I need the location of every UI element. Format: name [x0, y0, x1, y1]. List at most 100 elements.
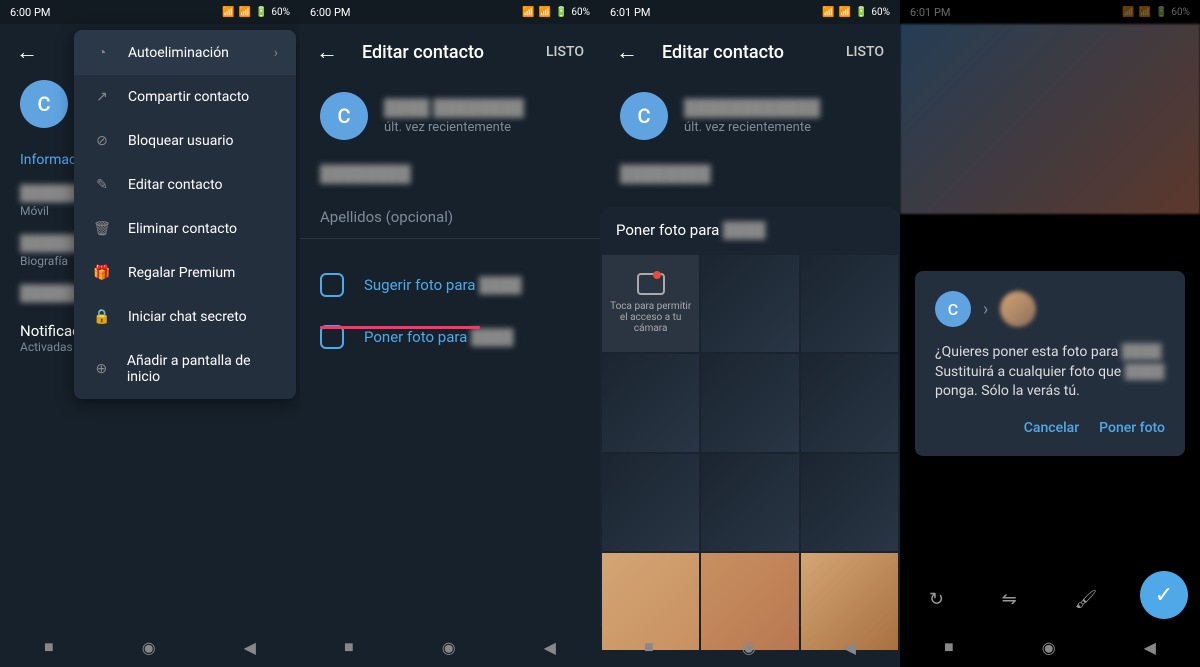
menu-regalar[interactable]: 🎁 Regalar Premium — [74, 251, 296, 295]
done-button[interactable]: LISTO — [546, 44, 584, 60]
app-header: ← Editar contacto LISTO — [600, 24, 900, 80]
contact-name: ████ ████████ — [384, 98, 524, 118]
trash-icon: 🗑 — [92, 221, 112, 237]
context-menu: ◔ Autoeliminación › ↗ Compartir contacto… — [74, 30, 296, 399]
status-icons: 📶 📶 🔋 60% — [222, 7, 290, 18]
battery-icon: 🔋 — [255, 7, 267, 18]
lock-icon: 🔒 — [92, 309, 112, 325]
screen-3-photo-picker: 6:01 PM 📶 📶 🔋 60% ← Editar contacto LIST… — [600, 0, 900, 667]
dialog-actions: Cancelar Poner foto — [935, 420, 1165, 436]
status-time: 6:01 PM — [610, 6, 650, 19]
cancel-button[interactable]: Cancelar — [1024, 420, 1079, 436]
flip-icon[interactable]: ⇋ — [1002, 589, 1017, 610]
contact-header: C ████████████ últ. vez recientemente — [600, 80, 900, 152]
gift-icon: 🎁 — [92, 265, 112, 281]
signal-icon: 📶 — [522, 7, 534, 18]
confirm-fab[interactable]: ✓ — [1140, 571, 1188, 619]
gallery-thumb[interactable] — [701, 255, 798, 352]
camera-suggest-icon — [320, 273, 344, 297]
contact-avatar[interactable]: C — [320, 92, 368, 140]
menu-editar[interactable]: ✎ Editar contacto — [74, 163, 296, 207]
status-time: 6:00 PM — [310, 6, 350, 19]
contact-avatar[interactable]: C — [20, 80, 68, 128]
photo-picker-sheet: Poner foto para ████ Toca para permitir … — [600, 207, 900, 627]
gallery-thumb[interactable] — [602, 454, 699, 551]
done-button[interactable]: LISTO — [846, 44, 884, 60]
battery-icon: 🔋 — [855, 7, 867, 18]
nav-bar: ■ ◉ ◀ — [300, 627, 600, 667]
timer-icon: ◔ — [92, 44, 112, 61]
screen-1-contact-menu: 6:00 PM 📶 📶 🔋 60% ← C Información ██████… — [0, 0, 300, 667]
share-icon: ↗ — [92, 89, 112, 105]
last-seen: últ. vez recientemente — [384, 120, 524, 135]
status-bar: 6:01 PM 📶 📶 🔋 60% — [600, 0, 900, 24]
menu-pantalla[interactable]: ⊕ Añadir a pantalla de inicio — [74, 339, 296, 399]
wifi-icon: 📶 — [839, 7, 851, 18]
pencil-icon: ✎ — [92, 177, 112, 193]
menu-secreto[interactable]: 🔒 Iniciar chat secreto — [74, 295, 296, 339]
nav-recents-icon[interactable]: ■ — [344, 637, 354, 657]
nav-recents-icon[interactable]: ■ — [644, 637, 654, 657]
battery-percent: 60% — [571, 7, 590, 18]
confirm-button[interactable]: Poner foto — [1099, 420, 1165, 436]
chevron-right-icon: › — [274, 45, 278, 61]
signal-icon: 📶 — [222, 7, 234, 18]
gallery-thumb[interactable] — [701, 354, 798, 451]
name-field[interactable]: ████████ — [620, 164, 711, 183]
dialog-overlay: C › ¿Quieres poner esta foto para ████ S… — [900, 0, 1200, 667]
nav-back-icon[interactable]: ◀ — [844, 638, 856, 657]
battery-icon: 🔋 — [555, 7, 567, 18]
nav-back-icon[interactable]: ◀ — [544, 638, 556, 657]
back-icon[interactable]: ← — [316, 39, 338, 65]
screen-4-confirm-dialog: 6:01 PM 📶 📶 🔋 60% C › ¿Quieres poner est… — [900, 0, 1200, 667]
back-icon[interactable]: ← — [616, 39, 638, 65]
menu-eliminar[interactable]: 🗑 Eliminar contacto — [74, 207, 296, 251]
nav-back-icon[interactable]: ◀ — [244, 638, 256, 657]
set-photo-button[interactable]: Poner foto para ████ — [300, 311, 600, 363]
gallery-thumb[interactable] — [801, 255, 898, 352]
picker-title: Poner foto para ████ — [600, 207, 900, 253]
menu-compartir[interactable]: ↗ Compartir contacto — [74, 75, 296, 119]
nav-recents-icon[interactable]: ■ — [944, 637, 954, 657]
status-icons: 📶 📶 🔋 60% — [822, 7, 890, 18]
new-photo-preview — [1000, 291, 1036, 327]
nav-back-icon[interactable]: ◀ — [1144, 638, 1156, 657]
back-icon[interactable]: ← — [16, 39, 38, 65]
nav-bar: ■ ◉ ◀ — [600, 627, 900, 667]
wifi-icon: 📶 — [239, 7, 251, 18]
header-title: Editar contacto — [362, 42, 522, 63]
gallery-thumb[interactable] — [801, 354, 898, 451]
nav-home-icon[interactable]: ◉ — [142, 638, 156, 657]
highlight-underline-2 — [320, 326, 480, 329]
dialog-message: ¿Quieres poner esta foto para ████ Susti… — [935, 343, 1165, 402]
battery-percent: 60% — [271, 7, 290, 18]
avatar-transition: C › — [935, 291, 1165, 327]
nav-home-icon[interactable]: ◉ — [1042, 638, 1056, 657]
brush-icon[interactable]: 🖌 — [1074, 589, 1097, 610]
status-time: 6:00 PM — [10, 6, 50, 19]
battery-percent: 60% — [871, 7, 890, 18]
gallery-thumb[interactable] — [701, 454, 798, 551]
rotate-icon[interactable]: ↻ — [929, 589, 944, 610]
menu-bloquear[interactable]: ⊘ Bloquear usuario — [74, 119, 296, 163]
nav-home-icon[interactable]: ◉ — [742, 638, 756, 657]
contact-header: C ████ ████████ últ. vez recientemente — [300, 80, 600, 152]
signal-icon: 📶 — [822, 7, 834, 18]
camera-icon — [637, 273, 665, 295]
chevron-right-icon: › — [983, 299, 988, 320]
gallery-thumb[interactable] — [602, 354, 699, 451]
add-home-icon: ⊕ — [92, 361, 111, 377]
camera-access-cell[interactable]: Toca para permitir el acceso a tu cámara — [602, 255, 699, 352]
status-bar: 6:00 PM 📶 📶 🔋 60% — [300, 0, 600, 24]
last-seen: últ. vez recientemente — [684, 120, 820, 135]
nav-recents-icon[interactable]: ■ — [44, 637, 54, 657]
menu-autoelim[interactable]: ◔ Autoeliminación › — [74, 30, 296, 75]
suggest-photo-button[interactable]: Sugerir foto para ████ — [300, 259, 600, 311]
name-field[interactable]: ████████ — [320, 164, 411, 183]
status-icons: 📶 📶 🔋 60% — [522, 7, 590, 18]
nav-home-icon[interactable]: ◉ — [442, 638, 456, 657]
contact-avatar[interactable]: C — [620, 92, 668, 140]
gallery-thumb[interactable] — [801, 454, 898, 551]
surname-field[interactable]: Apellidos (opcional) — [300, 196, 600, 239]
status-bar: 6:00 PM 📶 📶 🔋 60% — [0, 0, 300, 24]
